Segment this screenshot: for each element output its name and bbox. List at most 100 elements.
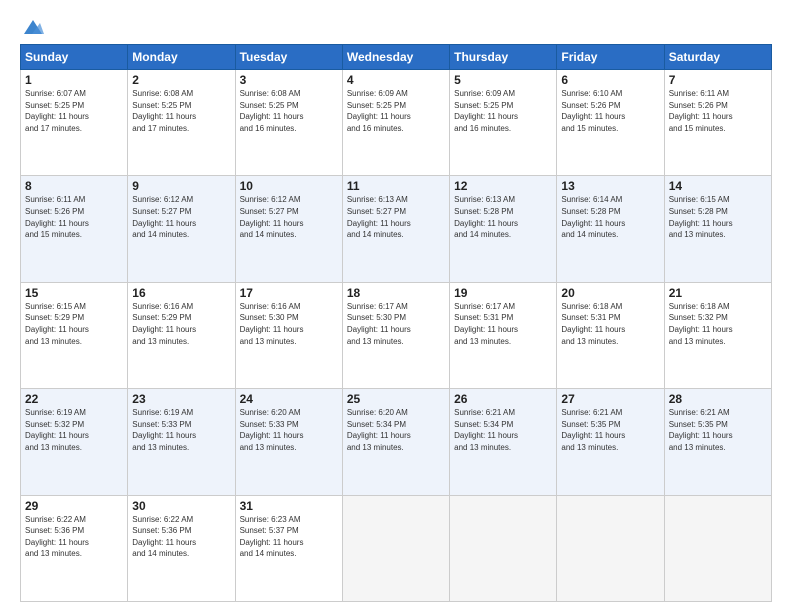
day-info: Sunrise: 6:12 AM Sunset: 5:27 PM Dayligh…	[240, 194, 338, 240]
day-info: Sunrise: 6:13 AM Sunset: 5:27 PM Dayligh…	[347, 194, 445, 240]
day-info: Sunrise: 6:09 AM Sunset: 5:25 PM Dayligh…	[454, 88, 552, 134]
logo	[20, 18, 44, 36]
calendar-cell	[664, 495, 771, 601]
day-number: 30	[132, 499, 230, 513]
calendar-cell: 7Sunrise: 6:11 AM Sunset: 5:26 PM Daylig…	[664, 70, 771, 176]
calendar-cell: 28Sunrise: 6:21 AM Sunset: 5:35 PM Dayli…	[664, 389, 771, 495]
day-number: 20	[561, 286, 659, 300]
calendar-cell: 25Sunrise: 6:20 AM Sunset: 5:34 PM Dayli…	[342, 389, 449, 495]
calendar-cell: 29Sunrise: 6:22 AM Sunset: 5:36 PM Dayli…	[21, 495, 128, 601]
calendar-cell: 3Sunrise: 6:08 AM Sunset: 5:25 PM Daylig…	[235, 70, 342, 176]
day-number: 24	[240, 392, 338, 406]
day-info: Sunrise: 6:11 AM Sunset: 5:26 PM Dayligh…	[25, 194, 123, 240]
day-number: 12	[454, 179, 552, 193]
day-info: Sunrise: 6:21 AM Sunset: 5:34 PM Dayligh…	[454, 407, 552, 453]
day-number: 6	[561, 73, 659, 87]
day-number: 16	[132, 286, 230, 300]
calendar-cell: 24Sunrise: 6:20 AM Sunset: 5:33 PM Dayli…	[235, 389, 342, 495]
calendar-cell: 30Sunrise: 6:22 AM Sunset: 5:36 PM Dayli…	[128, 495, 235, 601]
day-number: 22	[25, 392, 123, 406]
day-info: Sunrise: 6:12 AM Sunset: 5:27 PM Dayligh…	[132, 194, 230, 240]
calendar-cell: 15Sunrise: 6:15 AM Sunset: 5:29 PM Dayli…	[21, 282, 128, 388]
calendar-table: Sunday Monday Tuesday Wednesday Thursday…	[20, 44, 772, 602]
day-info: Sunrise: 6:08 AM Sunset: 5:25 PM Dayligh…	[240, 88, 338, 134]
calendar-cell: 6Sunrise: 6:10 AM Sunset: 5:26 PM Daylig…	[557, 70, 664, 176]
day-info: Sunrise: 6:14 AM Sunset: 5:28 PM Dayligh…	[561, 194, 659, 240]
day-number: 28	[669, 392, 767, 406]
calendar-cell: 12Sunrise: 6:13 AM Sunset: 5:28 PM Dayli…	[450, 176, 557, 282]
week-row-2: 15Sunrise: 6:15 AM Sunset: 5:29 PM Dayli…	[21, 282, 772, 388]
col-friday: Friday	[557, 45, 664, 70]
day-info: Sunrise: 6:17 AM Sunset: 5:31 PM Dayligh…	[454, 301, 552, 347]
calendar-cell: 18Sunrise: 6:17 AM Sunset: 5:30 PM Dayli…	[342, 282, 449, 388]
day-info: Sunrise: 6:17 AM Sunset: 5:30 PM Dayligh…	[347, 301, 445, 347]
day-info: Sunrise: 6:07 AM Sunset: 5:25 PM Dayligh…	[25, 88, 123, 134]
day-info: Sunrise: 6:21 AM Sunset: 5:35 PM Dayligh…	[561, 407, 659, 453]
calendar-cell: 22Sunrise: 6:19 AM Sunset: 5:32 PM Dayli…	[21, 389, 128, 495]
day-number: 1	[25, 73, 123, 87]
day-info: Sunrise: 6:23 AM Sunset: 5:37 PM Dayligh…	[240, 514, 338, 560]
calendar-cell: 9Sunrise: 6:12 AM Sunset: 5:27 PM Daylig…	[128, 176, 235, 282]
day-info: Sunrise: 6:11 AM Sunset: 5:26 PM Dayligh…	[669, 88, 767, 134]
day-number: 18	[347, 286, 445, 300]
day-number: 3	[240, 73, 338, 87]
day-number: 31	[240, 499, 338, 513]
day-info: Sunrise: 6:18 AM Sunset: 5:31 PM Dayligh…	[561, 301, 659, 347]
day-number: 21	[669, 286, 767, 300]
day-number: 17	[240, 286, 338, 300]
week-row-4: 29Sunrise: 6:22 AM Sunset: 5:36 PM Dayli…	[21, 495, 772, 601]
calendar-cell	[557, 495, 664, 601]
header-row: Sunday Monday Tuesday Wednesday Thursday…	[21, 45, 772, 70]
calendar-cell: 4Sunrise: 6:09 AM Sunset: 5:25 PM Daylig…	[342, 70, 449, 176]
col-thursday: Thursday	[450, 45, 557, 70]
day-info: Sunrise: 6:19 AM Sunset: 5:33 PM Dayligh…	[132, 407, 230, 453]
day-info: Sunrise: 6:08 AM Sunset: 5:25 PM Dayligh…	[132, 88, 230, 134]
day-number: 19	[454, 286, 552, 300]
day-info: Sunrise: 6:15 AM Sunset: 5:28 PM Dayligh…	[669, 194, 767, 240]
day-number: 5	[454, 73, 552, 87]
day-info: Sunrise: 6:22 AM Sunset: 5:36 PM Dayligh…	[25, 514, 123, 560]
logo-icon	[22, 18, 44, 36]
day-number: 8	[25, 179, 123, 193]
calendar-cell: 14Sunrise: 6:15 AM Sunset: 5:28 PM Dayli…	[664, 176, 771, 282]
calendar-cell: 21Sunrise: 6:18 AM Sunset: 5:32 PM Dayli…	[664, 282, 771, 388]
col-sunday: Sunday	[21, 45, 128, 70]
day-info: Sunrise: 6:16 AM Sunset: 5:30 PM Dayligh…	[240, 301, 338, 347]
day-number: 14	[669, 179, 767, 193]
week-row-3: 22Sunrise: 6:19 AM Sunset: 5:32 PM Dayli…	[21, 389, 772, 495]
calendar-cell: 2Sunrise: 6:08 AM Sunset: 5:25 PM Daylig…	[128, 70, 235, 176]
day-number: 23	[132, 392, 230, 406]
day-info: Sunrise: 6:20 AM Sunset: 5:34 PM Dayligh…	[347, 407, 445, 453]
day-number: 13	[561, 179, 659, 193]
day-info: Sunrise: 6:18 AM Sunset: 5:32 PM Dayligh…	[669, 301, 767, 347]
day-number: 2	[132, 73, 230, 87]
day-number: 11	[347, 179, 445, 193]
calendar-cell: 26Sunrise: 6:21 AM Sunset: 5:34 PM Dayli…	[450, 389, 557, 495]
day-info: Sunrise: 6:09 AM Sunset: 5:25 PM Dayligh…	[347, 88, 445, 134]
calendar-cell: 31Sunrise: 6:23 AM Sunset: 5:37 PM Dayli…	[235, 495, 342, 601]
day-info: Sunrise: 6:15 AM Sunset: 5:29 PM Dayligh…	[25, 301, 123, 347]
calendar-cell: 5Sunrise: 6:09 AM Sunset: 5:25 PM Daylig…	[450, 70, 557, 176]
day-info: Sunrise: 6:19 AM Sunset: 5:32 PM Dayligh…	[25, 407, 123, 453]
col-wednesday: Wednesday	[342, 45, 449, 70]
page: Sunday Monday Tuesday Wednesday Thursday…	[0, 0, 792, 612]
calendar-cell: 10Sunrise: 6:12 AM Sunset: 5:27 PM Dayli…	[235, 176, 342, 282]
calendar-cell: 16Sunrise: 6:16 AM Sunset: 5:29 PM Dayli…	[128, 282, 235, 388]
day-number: 27	[561, 392, 659, 406]
calendar-cell: 19Sunrise: 6:17 AM Sunset: 5:31 PM Dayli…	[450, 282, 557, 388]
day-info: Sunrise: 6:10 AM Sunset: 5:26 PM Dayligh…	[561, 88, 659, 134]
calendar-cell: 8Sunrise: 6:11 AM Sunset: 5:26 PM Daylig…	[21, 176, 128, 282]
week-row-1: 8Sunrise: 6:11 AM Sunset: 5:26 PM Daylig…	[21, 176, 772, 282]
col-saturday: Saturday	[664, 45, 771, 70]
calendar-cell: 23Sunrise: 6:19 AM Sunset: 5:33 PM Dayli…	[128, 389, 235, 495]
day-number: 4	[347, 73, 445, 87]
col-tuesday: Tuesday	[235, 45, 342, 70]
day-info: Sunrise: 6:13 AM Sunset: 5:28 PM Dayligh…	[454, 194, 552, 240]
day-number: 26	[454, 392, 552, 406]
calendar-cell: 1Sunrise: 6:07 AM Sunset: 5:25 PM Daylig…	[21, 70, 128, 176]
week-row-0: 1Sunrise: 6:07 AM Sunset: 5:25 PM Daylig…	[21, 70, 772, 176]
calendar-cell: 20Sunrise: 6:18 AM Sunset: 5:31 PM Dayli…	[557, 282, 664, 388]
day-number: 10	[240, 179, 338, 193]
calendar-cell	[450, 495, 557, 601]
day-number: 7	[669, 73, 767, 87]
